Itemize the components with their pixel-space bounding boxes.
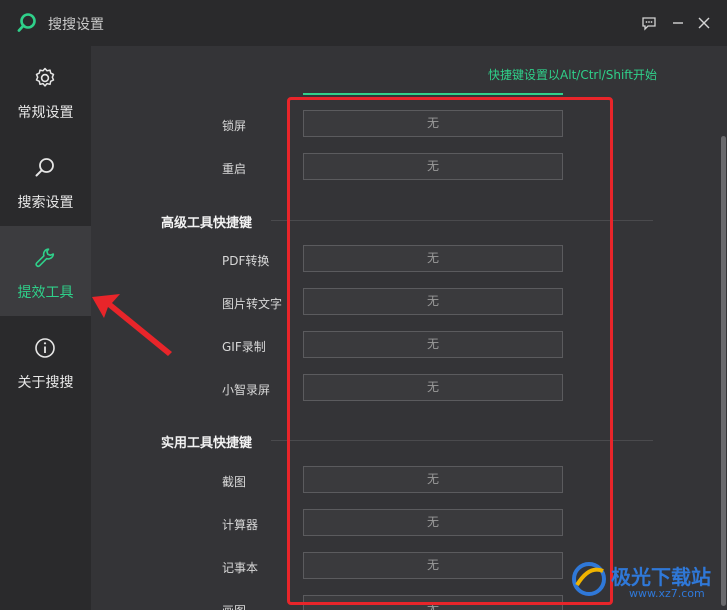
advanced-tools-section-title: 高级工具快捷键: [161, 216, 253, 231]
app-logo-icon: [17, 13, 36, 32]
watermark-logo-icon: [572, 562, 606, 596]
watermark: 极光下载站 www.xz7.com: [567, 555, 727, 605]
info-icon: [35, 338, 55, 358]
sidebar-item-label: 提效工具: [17, 285, 74, 301]
minimize-button[interactable]: [667, 12, 689, 34]
close-icon: [698, 17, 710, 29]
wrench-icon: [35, 248, 55, 268]
minimize-icon: [673, 22, 683, 24]
chat-icon: [642, 17, 656, 31]
sidebar-item-general[interactable]: 常规设置: [0, 46, 91, 136]
sidebar-item-tools[interactable]: 提效工具: [0, 226, 91, 316]
sidebar-item-label: 关于搜搜: [17, 375, 74, 391]
hotkey-hint: 快捷键设置以Alt/Ctrl/Shift开始: [488, 68, 657, 82]
title-bar: 搜搜设置: [0, 0, 727, 46]
settings-window: 搜搜设置 常规设置 搜索设置 提效工具 关于搜搜 快捷键设置以Alt/Ctrl/…: [0, 0, 727, 610]
watermark-url: www.xz7.com: [629, 587, 705, 600]
sidebar: 常规设置 搜索设置 提效工具 关于搜搜: [0, 46, 91, 610]
utility-tools-section-title: 实用工具快捷键: [161, 436, 253, 451]
sidebar-item-about[interactable]: 关于搜搜: [0, 316, 91, 406]
highlight-annotation-box: [287, 97, 613, 605]
feedback-button[interactable]: [638, 12, 660, 34]
sidebar-item-label: 常规设置: [17, 105, 74, 121]
vertical-scrollbar[interactable]: [721, 136, 726, 606]
search-icon: [35, 158, 54, 177]
close-button[interactable]: [693, 12, 715, 34]
active-field-underline: [303, 93, 563, 95]
window-title: 搜搜设置: [48, 17, 104, 33]
gear-icon: [35, 67, 55, 87]
sidebar-item-search[interactable]: 搜索设置: [0, 136, 91, 226]
sidebar-item-label: 搜索设置: [17, 195, 74, 211]
watermark-text: 极光下载站: [611, 565, 711, 589]
